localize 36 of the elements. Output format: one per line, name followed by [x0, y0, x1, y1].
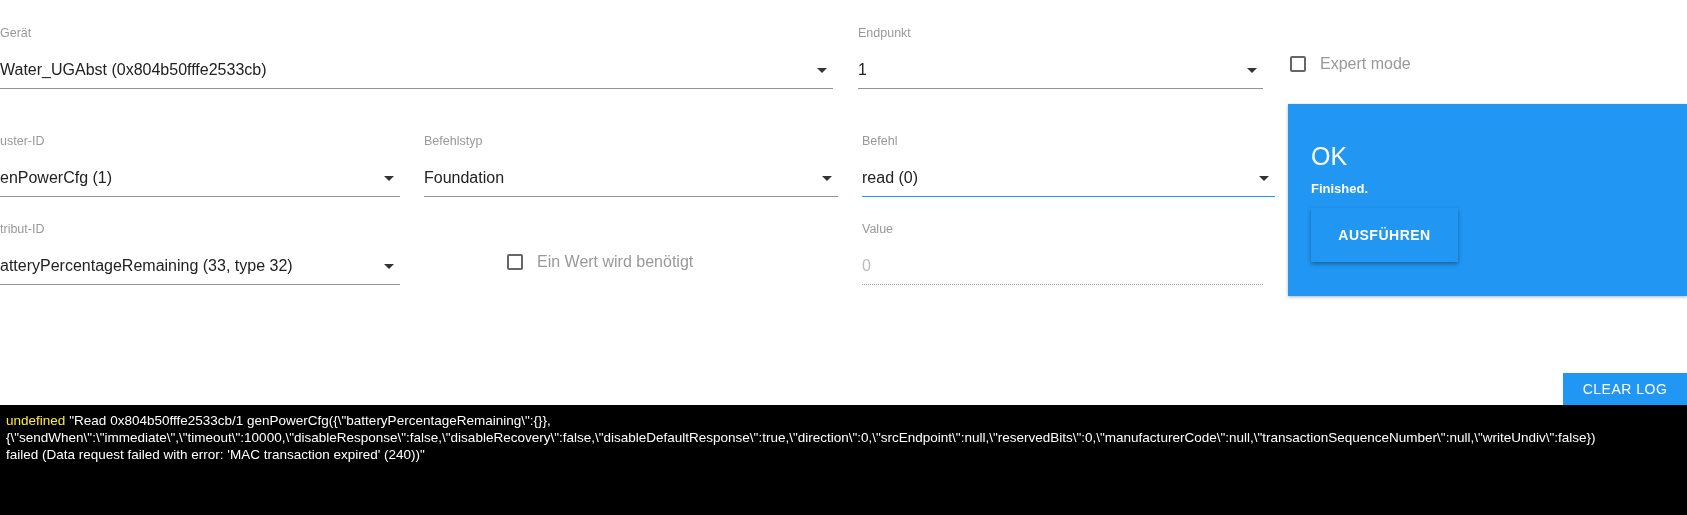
select-field[interactable]: Gerät Water_UGAbst (0x804b50fffe2533cb)	[0, 26, 833, 89]
caret-icon	[822, 175, 832, 181]
caret-icon	[384, 263, 394, 269]
field-label: Value	[862, 222, 895, 236]
log-text: "Read 0x804b50fffe2533cb/1 genPowerCfg({\"batteryPercentageRemaining\":{}},	[69, 413, 551, 428]
field-label: Endpunkt	[858, 26, 912, 40]
select-field[interactable]: Befehlstyp Foundation	[424, 134, 838, 197]
field-label: Gerät	[0, 26, 33, 40]
checkbox-label: Ein Wert wird benötigt	[537, 253, 694, 271]
field-value: enPowerCfg (1)	[0, 169, 113, 187]
select-field[interactable]: uster-ID enPowerCfg (1)	[0, 134, 400, 197]
log-text: failed (Data request failed with error: 'MAC transaction expired' (240))"	[6, 447, 425, 462]
field-label: Befehl	[862, 134, 899, 148]
select-field[interactable]: Endpunkt 1	[858, 26, 1263, 89]
checkbox[interactable]	[507, 254, 523, 270]
select-field[interactable]: Befehl read (0)	[862, 134, 1275, 197]
field-value: Water_UGAbst (0x804b50fffe2533cb)	[0, 61, 267, 79]
caret-icon	[384, 175, 394, 181]
field-value: 0	[862, 257, 871, 275]
field-label: tribut-ID	[0, 222, 46, 236]
field-value: read (0)	[862, 169, 919, 187]
log-text: {\"sendWhen\":\"immediate\",\"timeout\":10000,\"disableResponse\":false,\"disableRecovery\":false,\"disableDefaultResponse\":true,\"direction\":0,\"srcEndpoint\":null,\"reservedBits\":0,\"manufacturerCode\":null,\"transactionSequenceNumber\":null,\"writeUndiv\":false})	[6, 430, 1596, 445]
caret-icon	[1247, 67, 1257, 73]
checkbox[interactable]	[1290, 56, 1306, 72]
field-label: uster-ID	[0, 134, 46, 148]
status-message: Finished.	[1311, 181, 1369, 196]
field-label: Befehlstyp	[424, 134, 484, 148]
status-title: OK	[1311, 142, 1348, 171]
field-value: Foundation	[424, 169, 505, 187]
checkbox-label: Expert mode	[1320, 55, 1411, 73]
field-value: atteryPercentageRemaining (33, type 32)	[0, 257, 293, 275]
caret-icon	[817, 67, 827, 73]
log-source: undefined	[6, 413, 66, 428]
field-value: 1	[858, 61, 867, 79]
select-field[interactable]: tribut-ID atteryPercentageRemaining (33, type 32)	[0, 222, 400, 285]
caret-icon	[1259, 175, 1269, 181]
